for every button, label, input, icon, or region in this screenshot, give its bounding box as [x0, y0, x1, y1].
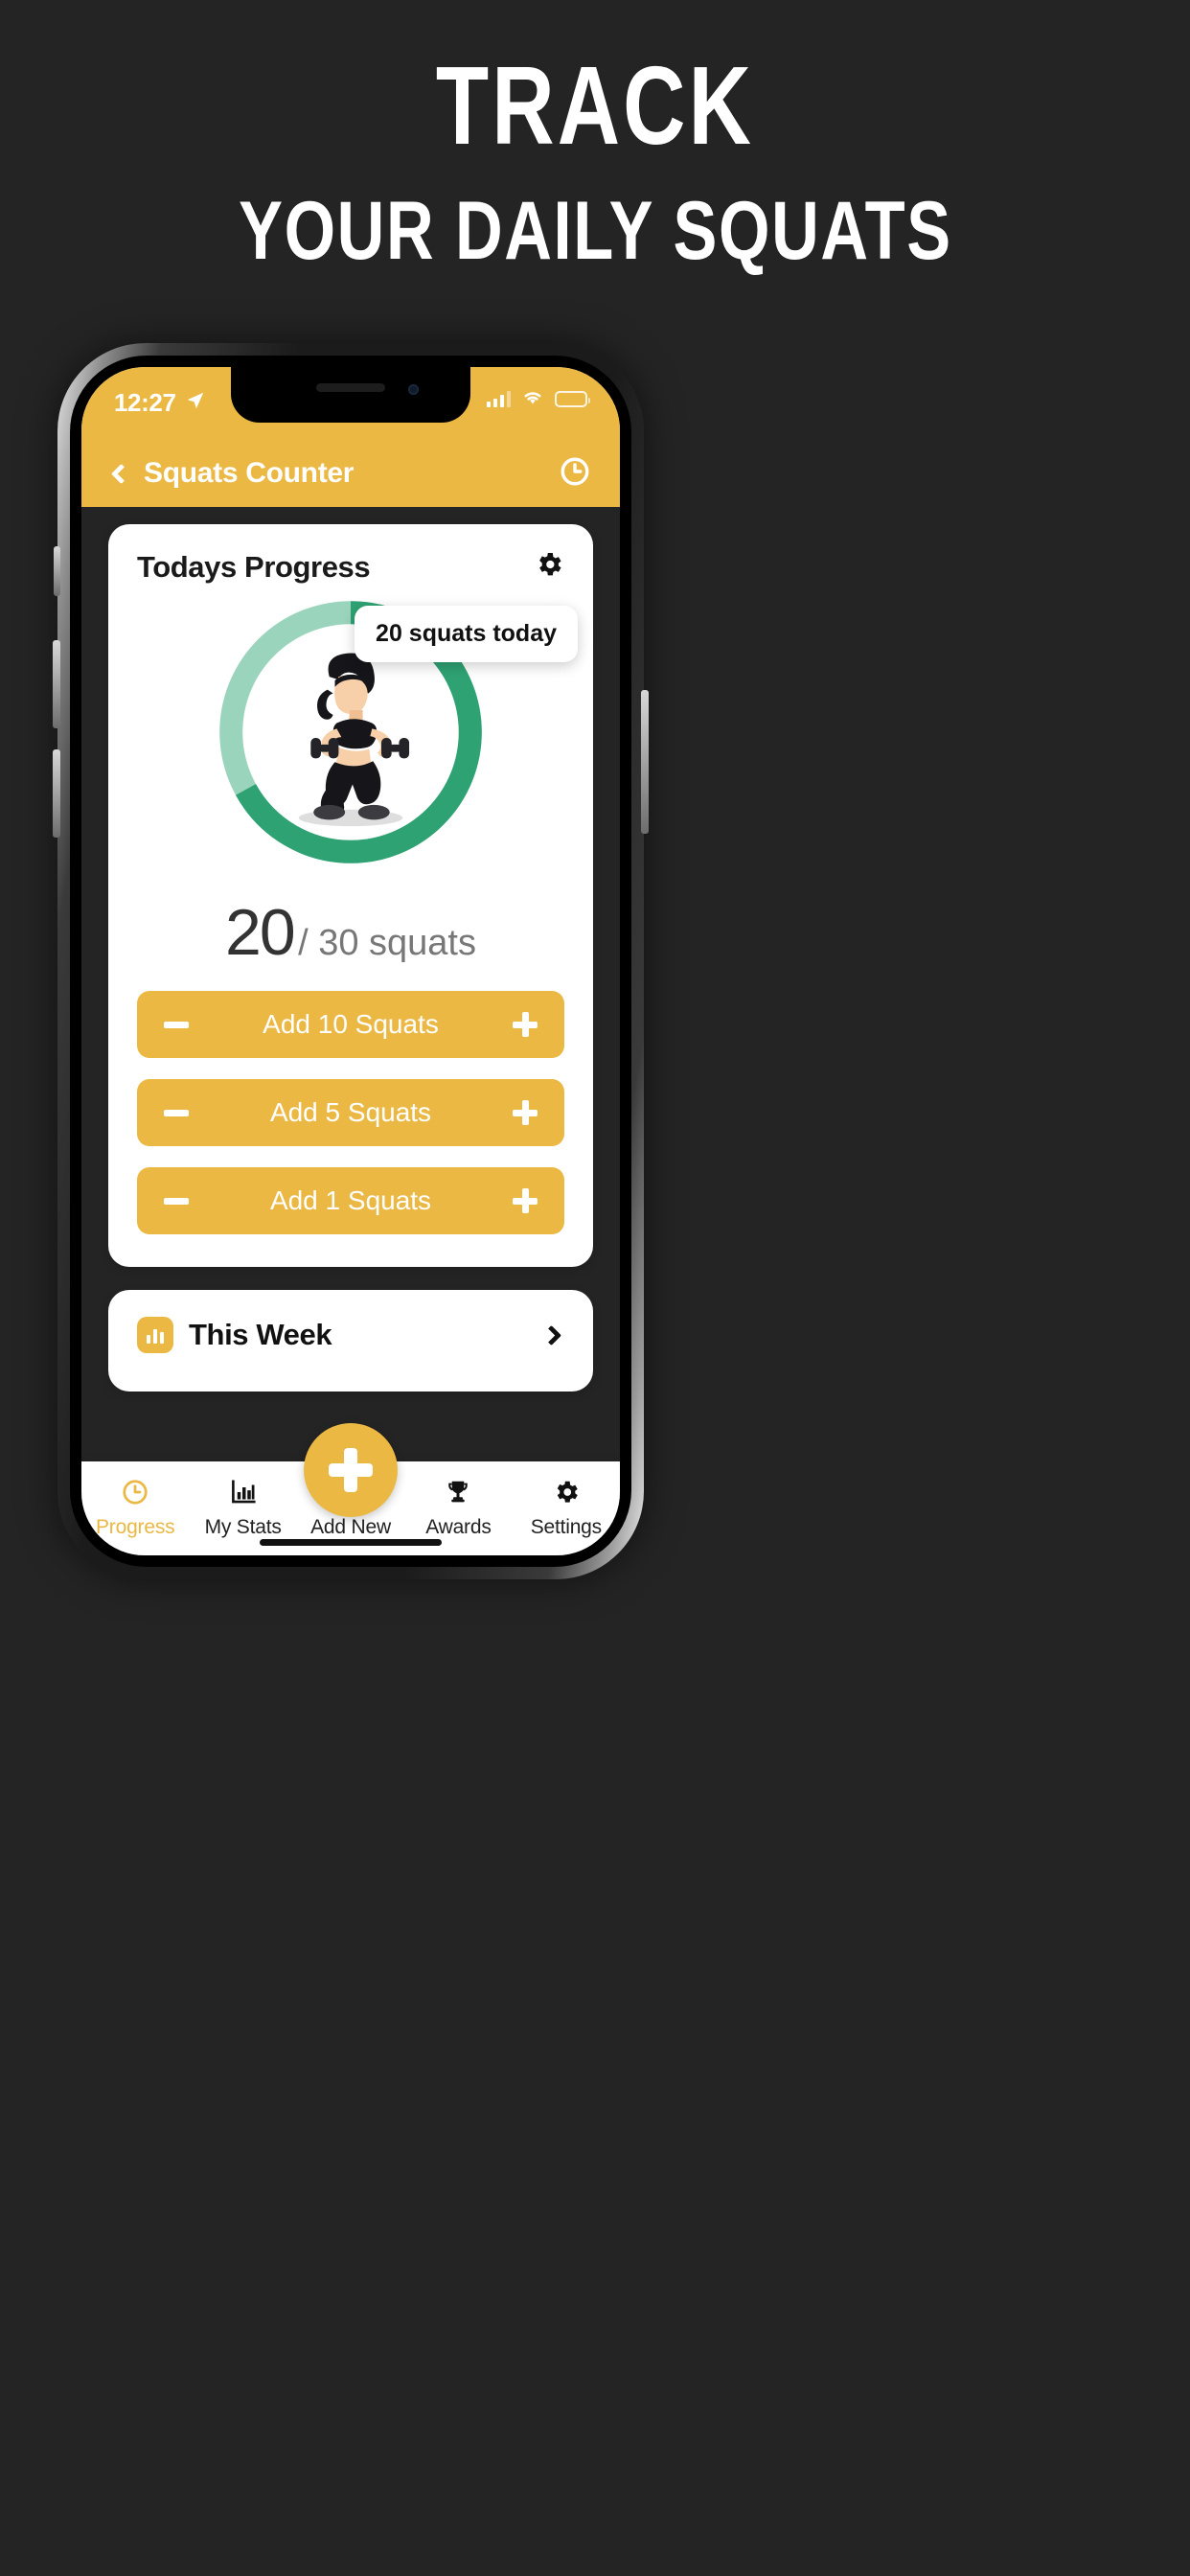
wifi-icon [521, 388, 544, 410]
status-time: 12:27 [114, 388, 176, 417]
plus-icon [329, 1448, 373, 1492]
promo-title-line2: YOUR DAILY SQUATS [238, 185, 952, 277]
chevron-right-icon[interactable] [540, 1324, 562, 1346]
woman-squat-dumbbell-illustration [298, 653, 410, 827]
tab-my-stats-label: My Stats [204, 1516, 282, 1538]
this-week-left: This Week [137, 1317, 332, 1353]
squat-counter: 20 / 30 squats [137, 895, 564, 970]
add-1-squats-button[interactable]: Add 1 Squats [137, 1167, 564, 1234]
tab-my-stats[interactable]: My Stats [189, 1461, 296, 1539]
status-bar-left: 12:27 [114, 388, 206, 418]
this-week-title: This Week [189, 1318, 332, 1351]
this-week-header[interactable]: This Week [137, 1317, 564, 1353]
add-10-squats-label: Add 10 Squats [263, 1009, 439, 1039]
add-5-squats-label: Add 5 Squats [269, 1097, 432, 1127]
tab-settings[interactable]: Settings [513, 1461, 620, 1539]
promo-title-line1: TRACK [435, 43, 755, 168]
app-bar-left: Squats Counter [110, 457, 354, 490]
add-new-fab[interactable] [304, 1423, 398, 1517]
location-arrow-icon [185, 390, 206, 416]
battery-icon [555, 391, 590, 407]
tab-progress-label: Progress [95, 1516, 175, 1538]
bar-chart-icon [137, 1317, 173, 1353]
status-bar: 12:27 [81, 367, 620, 440]
tab-awards-label: Awards [425, 1516, 492, 1538]
status-bar-right [486, 388, 590, 410]
tab-add-new[interactable]: Add New [297, 1423, 404, 1539]
trophy-icon [444, 1477, 472, 1507]
tab-settings-label: Settings [530, 1516, 602, 1538]
scroll-content[interactable]: Todays Progress 20 squats today 20 / 30 … [81, 507, 620, 1555]
clock-history-icon[interactable] [559, 455, 591, 493]
cellular-signal-icon [486, 391, 511, 407]
clock-icon [121, 1477, 149, 1507]
plus-icon[interactable] [513, 1100, 538, 1125]
todays-progress-card: Todays Progress 20 squats today 20 / 30 … [108, 524, 593, 1267]
tooltip-squats-today: 20 squats today [355, 606, 578, 662]
chevron-left-icon[interactable] [110, 463, 132, 484]
notch-speaker [316, 383, 385, 392]
squat-current-value: 20 [225, 896, 296, 969]
add-1-squats-label: Add 1 Squats [269, 1185, 432, 1215]
progress-card-title: Todays Progress [137, 549, 371, 584]
phone-notch [231, 367, 470, 423]
tab-add-new-label: Add New [310, 1516, 391, 1538]
phone-screen: 12:27 Squats Counter Todays Progress 20 … [81, 367, 620, 1555]
front-camera [408, 384, 419, 395]
gear-icon[interactable] [534, 549, 564, 585]
add-5-squats-button[interactable]: Add 5 Squats [137, 1079, 564, 1146]
this-week-card[interactable]: This Week [108, 1290, 593, 1392]
gear-icon [552, 1477, 581, 1507]
progress-card-header: Todays Progress [137, 549, 564, 585]
phone-mockup: 12:27 Squats Counter Todays Progress 20 … [53, 343, 649, 1579]
tab-progress[interactable]: Progress [81, 1461, 189, 1539]
phone-volume-down-button[interactable] [53, 749, 60, 838]
phone-power-button[interactable] [641, 690, 649, 834]
plus-icon[interactable] [513, 1012, 538, 1037]
progress-ring-container: 20 squats today [137, 588, 578, 891]
plus-icon[interactable] [513, 1188, 538, 1213]
squat-goal-value: / 30 squats [298, 923, 476, 963]
app-bar: Squats Counter [81, 440, 620, 507]
tab-awards[interactable]: Awards [404, 1461, 512, 1539]
add-10-squats-button[interactable]: Add 10 Squats [137, 991, 564, 1058]
page-title: Squats Counter [144, 457, 355, 489]
promo-headline: TRACK YOUR DAILY SQUATS [0, 0, 1190, 316]
phone-volume-up-button[interactable] [53, 640, 60, 728]
phone-mute-switch[interactable] [54, 546, 60, 596]
bar-chart-icon [229, 1477, 258, 1507]
home-indicator [260, 1539, 442, 1546]
